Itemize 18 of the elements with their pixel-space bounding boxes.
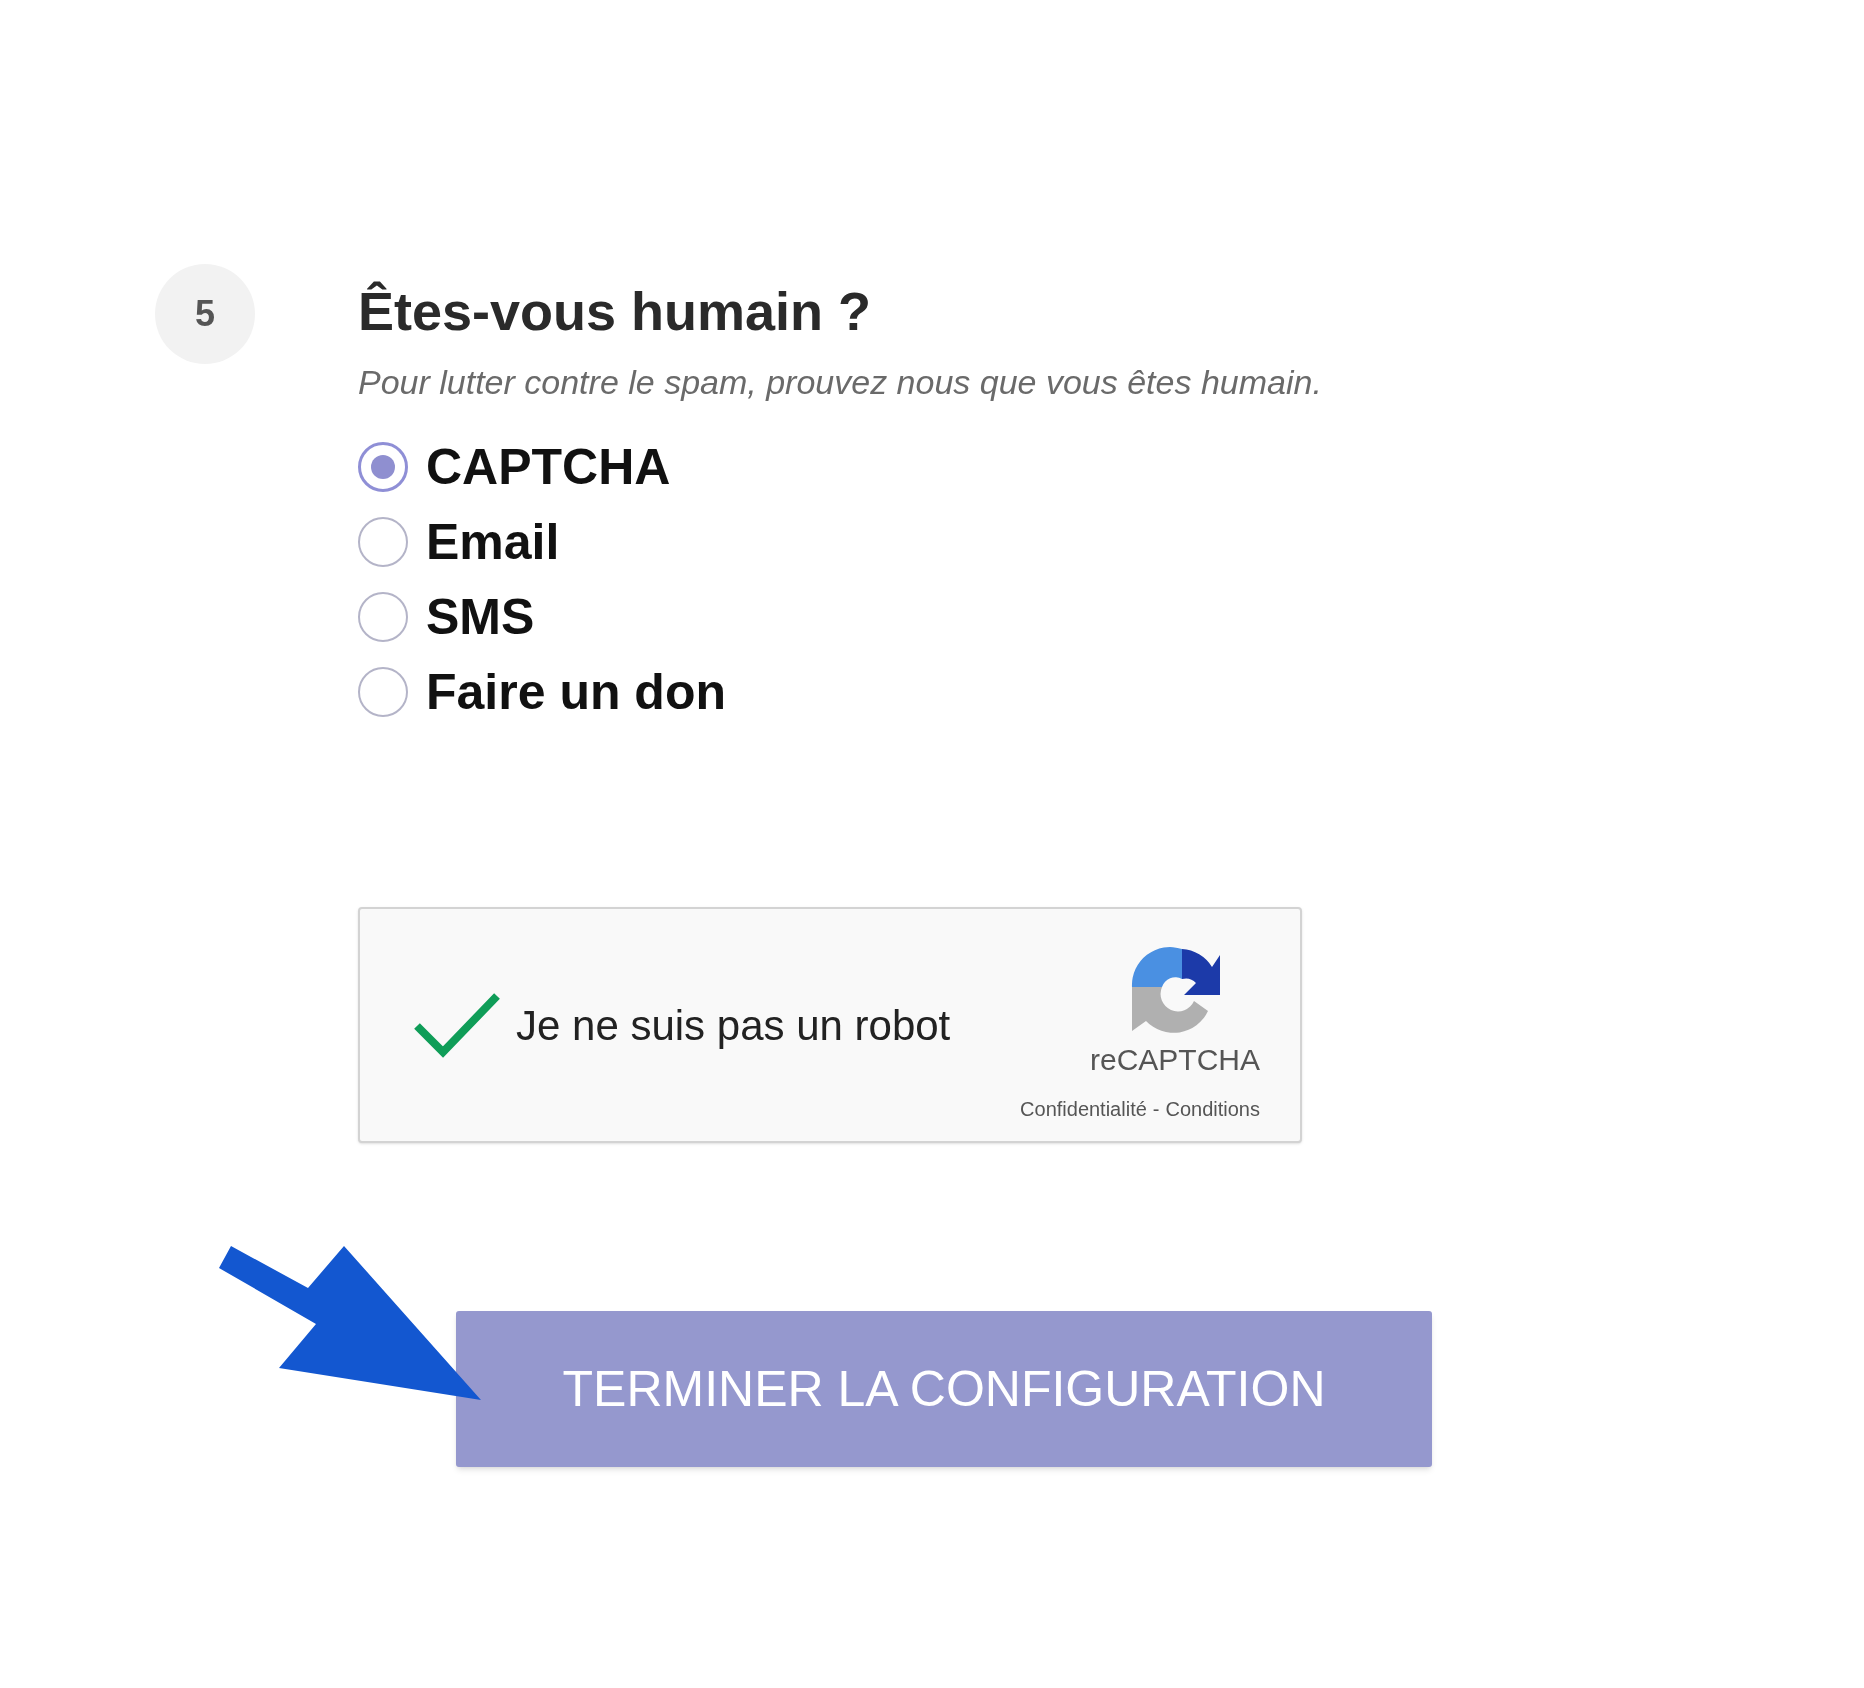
radio-option[interactable]: Email — [358, 517, 560, 568]
radio-button[interactable] — [358, 442, 408, 493]
privacy-link[interactable]: Confidentialité — [1020, 1093, 1147, 1124]
section-subtitle: Pour lutter contre le spam, prouvez nous que vous êtes humain. — [358, 362, 1323, 404]
recaptcha-brand: reCAPTCHA — [1089, 1041, 1260, 1078]
radio-button[interactable] — [358, 592, 408, 643]
radio-option[interactable]: Faire un don — [358, 667, 726, 718]
recaptcha-label: Je ne suis pas un robot — [516, 1000, 951, 1051]
step-number-badge: 5 — [155, 264, 255, 364]
radio-button[interactable] — [358, 517, 408, 568]
pointer-arrow-icon — [219, 1246, 483, 1400]
radio-option[interactable]: SMS — [358, 592, 535, 643]
check-icon — [413, 992, 501, 1059]
radio-button[interactable] — [358, 667, 408, 718]
terms-link[interactable]: Conditions — [1165, 1093, 1260, 1124]
radio-option[interactable]: CAPTCHA — [358, 442, 671, 493]
link-separator: - — [1152, 1096, 1160, 1122]
section-title: Êtes-vous humain ? — [358, 282, 873, 342]
